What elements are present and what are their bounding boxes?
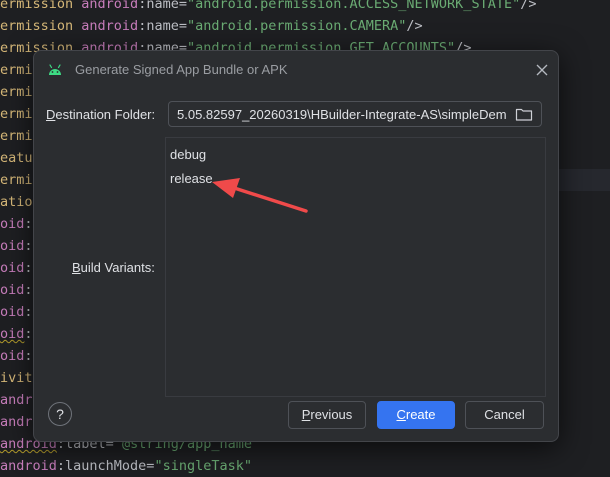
- help-button[interactable]: ?: [48, 402, 72, 426]
- destination-folder-input[interactable]: [177, 105, 507, 123]
- android-icon: [49, 64, 61, 75]
- dialog-titlebar[interactable]: Generate Signed App Bundle or APK: [34, 51, 558, 89]
- code-line: ermission android:name="android.permissi…: [0, 0, 537, 12]
- folder-icon[interactable]: [515, 106, 533, 122]
- build-variants-label: Build Variants:: [72, 260, 155, 275]
- create-button[interactable]: Create: [377, 401, 455, 429]
- variant-item-release[interactable]: release: [168, 168, 215, 190]
- editor-current-line-highlight: [555, 169, 610, 191]
- code-line: android:launchMode="singleTask": [0, 458, 252, 474]
- cancel-button[interactable]: Cancel: [465, 401, 544, 429]
- close-button[interactable]: [532, 60, 552, 80]
- destination-folder-label: Destination Folder:: [46, 107, 156, 122]
- dialog-title: Generate Signed App Bundle or APK: [75, 62, 288, 77]
- destination-folder-field[interactable]: [168, 101, 542, 127]
- build-variants-list[interactable]: debug release: [165, 137, 546, 397]
- previous-button[interactable]: Previous: [288, 401, 366, 429]
- close-icon: [536, 64, 548, 76]
- code-line: ermission android:name="android.permissi…: [0, 18, 423, 34]
- generate-signed-bundle-dialog: Generate Signed App Bundle or APK Destin…: [33, 50, 559, 442]
- variant-item-debug[interactable]: debug: [168, 144, 208, 166]
